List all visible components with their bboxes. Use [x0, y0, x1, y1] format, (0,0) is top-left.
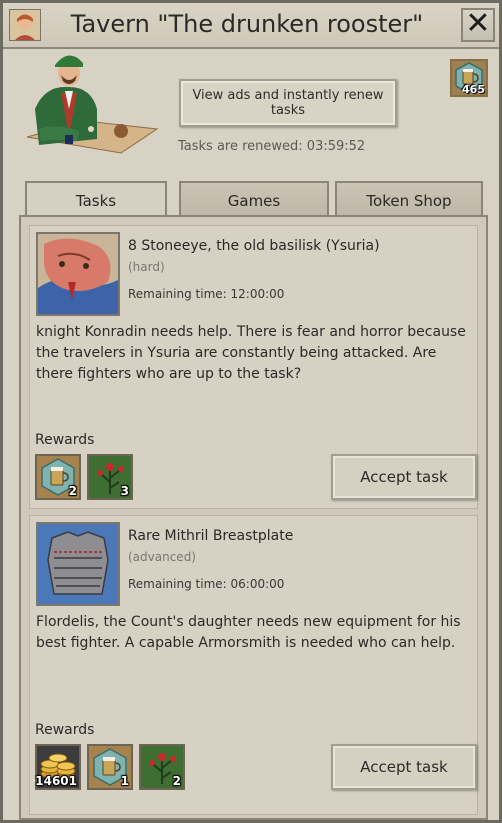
reward-count: 2	[172, 774, 181, 788]
quest-card: 8 Stoneeye, the old basilisk (Ysuria) (h…	[29, 225, 478, 509]
reward-count: 1	[120, 774, 129, 788]
quest-difficulty: (hard)	[128, 260, 165, 274]
tavern-token-counter: 465	[450, 59, 488, 97]
tasks-panel: 8 Stoneeye, the old basilisk (Ysuria) (h…	[19, 215, 488, 820]
tavern-header: View ads and instantly renew tasks Tasks…	[3, 49, 499, 179]
accept-task-button[interactable]: Accept task	[331, 744, 477, 790]
close-icon: ✕	[465, 6, 491, 41]
quest-difficulty: (advanced)	[128, 550, 196, 564]
view-ads-renew-button[interactable]: View ads and instantly renew tasks	[179, 79, 397, 127]
rewards-label: Rewards	[35, 722, 95, 738]
accept-task-button[interactable]: Accept task	[331, 454, 477, 500]
quest-description: Flordelis, the Count's daughter needs ne…	[36, 614, 461, 651]
quest-remaining-time: Remaining time: 06:00:00	[128, 577, 285, 591]
innkeeper-illustration	[25, 49, 163, 161]
quest-card: Rare Mithril Breastplate (advanced) Rema…	[29, 515, 478, 815]
reward-count: 2	[68, 484, 77, 498]
quest-description: knight Konradin needs help. There is fea…	[36, 324, 466, 382]
tasks-renew-timer: Tasks are renewed: 03:59:52	[178, 139, 366, 154]
rewards-label: Rewards	[35, 432, 95, 448]
token-count: 465	[462, 83, 485, 96]
tab-token-shop[interactable]: Token Shop	[335, 181, 483, 217]
tab-bar: Tasks Games Token Shop	[25, 181, 485, 219]
tab-games[interactable]: Games	[179, 181, 329, 217]
reward-item: 3	[87, 454, 133, 500]
quest-title: 8 Stoneeye, the old basilisk (Ysuria)	[128, 238, 380, 254]
quest-title: Rare Mithril Breastplate	[128, 528, 294, 544]
window-title: Tavern "The drunken rooster"	[70, 10, 424, 38]
reward-item: 2	[35, 454, 81, 500]
tab-tasks[interactable]: Tasks	[25, 181, 167, 219]
reward-item: 1	[87, 744, 133, 790]
reward-count: 14601	[35, 774, 77, 788]
title-bar: Tavern "The drunken rooster" ✕	[3, 3, 499, 49]
tavern-window: Tavern "The drunken rooster" ✕ View ads …	[0, 0, 502, 823]
reward-count: 3	[120, 484, 129, 498]
quest-remaining-time: Remaining time: 12:00:00	[128, 287, 285, 301]
reward-item: 2	[139, 744, 185, 790]
innkeeper-portrait-icon	[9, 9, 41, 41]
basilisk-quest-icon	[36, 232, 120, 316]
close-button[interactable]: ✕	[461, 8, 495, 42]
breastplate-quest-icon	[36, 522, 120, 606]
reward-item: 14601	[35, 744, 81, 790]
